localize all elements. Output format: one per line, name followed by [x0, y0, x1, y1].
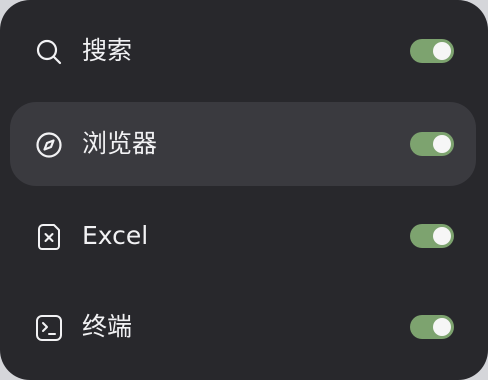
excel-toggle[interactable]: [410, 224, 454, 248]
browser-toggle[interactable]: [410, 132, 454, 156]
menu-item-label: 浏览器: [82, 129, 158, 158]
excel-file-icon: [34, 222, 64, 252]
terminal-icon: [34, 313, 64, 343]
menu-item-label: Excel: [82, 221, 149, 250]
search-toggle[interactable]: [410, 39, 454, 63]
toggle-knob: [433, 135, 451, 153]
toggle-knob: [433, 227, 451, 245]
tools-menu-panel: 搜索 浏览器 Excel 终端: [0, 0, 488, 380]
toggle-knob: [433, 318, 451, 336]
menu-item-terminal[interactable]: 终端: [10, 285, 476, 369]
search-icon: [34, 37, 64, 67]
menu-item-excel[interactable]: Excel: [10, 194, 476, 278]
menu-item-label: 搜索: [82, 36, 133, 65]
menu-item-browser[interactable]: 浏览器: [10, 102, 476, 186]
menu-item-search[interactable]: 搜索: [10, 9, 476, 93]
toggle-knob: [433, 42, 451, 60]
menu-item-label: 终端: [82, 312, 133, 341]
compass-icon: [34, 130, 64, 160]
terminal-toggle[interactable]: [410, 315, 454, 339]
